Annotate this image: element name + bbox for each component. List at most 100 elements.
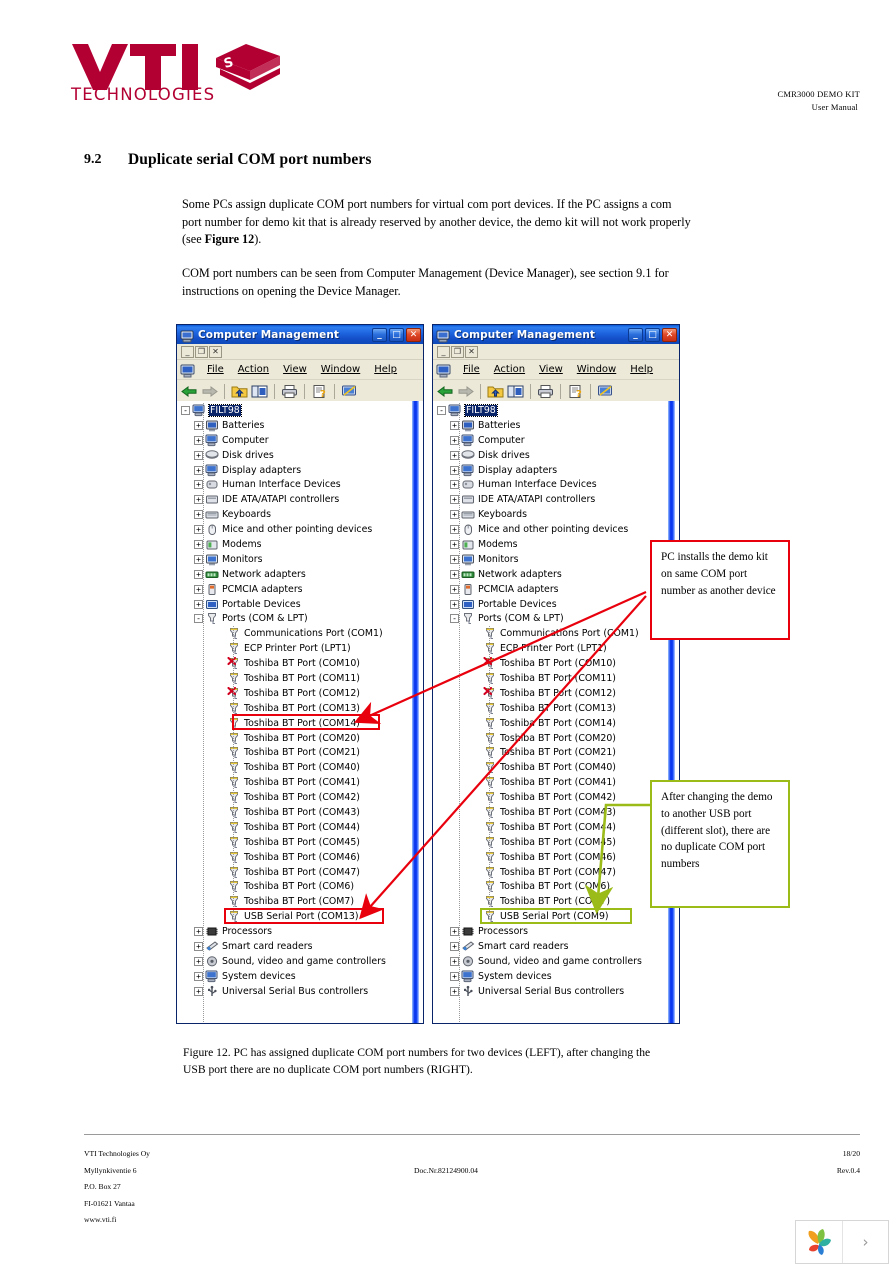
expand-icon[interactable]: +	[194, 525, 203, 535]
tree-port-item[interactable]: Toshiba BT Port (COM44)	[177, 820, 409, 835]
expand-icon[interactable]: +	[194, 450, 203, 460]
tree-category[interactable]: + Portable Devices	[177, 597, 409, 612]
expand-icon[interactable]: +	[194, 510, 203, 520]
collapse-icon[interactable]: -	[450, 614, 459, 624]
tree-port-item[interactable]: Toshiba BT Port (COM46)	[433, 850, 665, 865]
expand-icon[interactable]: +	[194, 971, 203, 981]
tree-port-item[interactable]: Toshiba BT Port (COM46)	[177, 850, 409, 865]
menu-item-action[interactable]: Action	[487, 363, 532, 376]
tree-root-node[interactable]: - FILT98	[433, 403, 665, 418]
tree-port-item[interactable]: ECP Printer Port (LPT1)	[177, 641, 409, 656]
tree-category[interactable]: + Sound, video and game controllers	[177, 954, 409, 969]
menu-item-help[interactable]: Help	[623, 363, 660, 376]
tree-port-item[interactable]: Toshiba BT Port (COM6)	[433, 880, 665, 895]
tree-port-item[interactable]: Toshiba BT Port (COM14)	[433, 716, 665, 731]
menu-item-file[interactable]: File	[456, 363, 487, 376]
mdi-close-button[interactable]: ✕	[209, 345, 222, 358]
expand-icon[interactable]: +	[194, 986, 203, 996]
back-arrow-icon[interactable]	[181, 383, 198, 399]
footer-web[interactable]: www.vti.fi	[84, 1212, 150, 1229]
tree-port-item[interactable]: ECP Printer Port (LPT1)	[433, 641, 665, 656]
tree-category[interactable]: + Computer	[433, 433, 665, 448]
tree-category[interactable]: + Portable Devices	[433, 597, 665, 612]
tree-category[interactable]: + Human Interface Devices	[433, 477, 665, 492]
expand-icon[interactable]: +	[450, 554, 459, 564]
expand-icon[interactable]: +	[450, 510, 459, 520]
expand-icon[interactable]: +	[194, 480, 203, 490]
tree-port-item[interactable]: Toshiba BT Port (COM6)	[177, 880, 409, 895]
expand-icon[interactable]: +	[450, 569, 459, 579]
tree-port-item[interactable]: Toshiba BT Port (COM13)	[177, 701, 409, 716]
tree-port-item[interactable]: Toshiba BT Port (COM20)	[433, 731, 665, 746]
tree-category[interactable]: + Batteries	[433, 418, 665, 433]
tree-port-item[interactable]: Toshiba BT Port (COM42)	[433, 790, 665, 805]
tree-port-item[interactable]: Toshiba BT Port (COM11)	[177, 671, 409, 686]
collapse-icon[interactable]: -	[181, 405, 190, 415]
device-tree-left[interactable]: - FILT98 + Batteries + Computer + Disk drives + D…	[177, 403, 409, 1023]
tree-category[interactable]: + IDE ATA/ATAPI controllers	[177, 492, 409, 507]
tree-port-item[interactable]: Toshiba BT Port (COM43)	[177, 805, 409, 820]
menu-item-file[interactable]: File	[200, 363, 231, 376]
tree-port-item[interactable]: Toshiba BT Port (COM12)	[433, 686, 665, 701]
expand-icon[interactable]: +	[194, 539, 203, 549]
expand-icon[interactable]: +	[450, 420, 459, 430]
up-folder-icon[interactable]	[487, 383, 504, 399]
expand-icon[interactable]: +	[450, 539, 459, 549]
tree-port-item[interactable]: Toshiba BT Port (COM12)	[177, 686, 409, 701]
maximize-button[interactable]: □	[389, 327, 404, 342]
back-arrow-icon[interactable]	[437, 383, 454, 399]
tree-port-item[interactable]: Toshiba BT Port (COM40)	[177, 760, 409, 775]
maximize-button[interactable]: □	[645, 327, 660, 342]
expand-icon[interactable]: +	[450, 435, 459, 445]
tree-port-item[interactable]: Toshiba BT Port (COM45)	[433, 835, 665, 850]
computer-management-window-left[interactable]: Computer Management _ □ ✕ _ ❐ ✕ File Act…	[176, 324, 424, 1024]
tree-port-item[interactable]: Toshiba BT Port (COM40)	[433, 760, 665, 775]
mdi-minimize-button[interactable]: _	[181, 345, 194, 358]
up-folder-icon[interactable]	[231, 383, 248, 399]
tree-category[interactable]: + Mice and other pointing devices	[177, 522, 409, 537]
tree-category[interactable]: + Monitors	[177, 552, 409, 567]
tree-category[interactable]: + Computer	[177, 433, 409, 448]
tree-port-item[interactable]: Toshiba BT Port (COM41)	[177, 775, 409, 790]
menu-item-window[interactable]: Window	[314, 363, 367, 376]
show-console-tree-icon[interactable]	[507, 383, 524, 399]
tree-category[interactable]: + Smart card readers	[433, 939, 665, 954]
expand-icon[interactable]: +	[194, 584, 203, 594]
computer-management-window-right[interactable]: Computer Management _ □ ✕ _ ❐ ✕ File Act…	[432, 324, 680, 1024]
tree-category[interactable]: + Smart card readers	[177, 939, 409, 954]
pane-divider[interactable]	[665, 401, 679, 1023]
menu-item-help[interactable]: Help	[367, 363, 404, 376]
expand-icon[interactable]: +	[450, 495, 459, 505]
tree-category[interactable]: + Disk drives	[433, 448, 665, 463]
expand-icon[interactable]: +	[194, 420, 203, 430]
expand-icon[interactable]: +	[450, 956, 459, 966]
tree-port-item[interactable]: Toshiba BT Port (COM13)	[433, 701, 665, 716]
tree-port-item[interactable]: Communications Port (COM1)	[433, 626, 665, 641]
expand-icon[interactable]: +	[194, 465, 203, 475]
close-button[interactable]: ✕	[406, 327, 421, 342]
menu-item-action[interactable]: Action	[231, 363, 276, 376]
tree-port-item[interactable]: Toshiba BT Port (COM47)	[433, 865, 665, 880]
menu-item-window[interactable]: Window	[570, 363, 623, 376]
mdi-close-button[interactable]: ✕	[465, 345, 478, 358]
expand-icon[interactable]: +	[194, 942, 203, 951]
tree-root-node[interactable]: - FILT98	[177, 403, 409, 418]
menu-item-view[interactable]: View	[276, 363, 314, 376]
device-tree-right[interactable]: - FILT98 + Batteries + Computer + Disk drives + D…	[433, 403, 665, 1023]
scan-hardware-icon[interactable]	[597, 383, 614, 399]
expand-icon[interactable]: +	[194, 435, 203, 445]
tree-category[interactable]: + Keyboards	[433, 507, 665, 522]
expand-icon[interactable]: +	[194, 927, 203, 937]
tree-port-item[interactable]: Toshiba BT Port (COM20)	[177, 731, 409, 746]
tree-category[interactable]: + Human Interface Devices	[177, 477, 409, 492]
minimize-button[interactable]: _	[372, 327, 387, 342]
tree-category[interactable]: + Keyboards	[177, 507, 409, 522]
expand-icon[interactable]: +	[450, 942, 459, 951]
tree-category[interactable]: + Disk drives	[177, 448, 409, 463]
tree-category[interactable]: + Universal Serial Bus controllers	[433, 984, 665, 999]
tree-port-item[interactable]: Toshiba BT Port (COM44)	[433, 820, 665, 835]
expand-icon[interactable]: +	[450, 584, 459, 594]
help-icon[interactable]: ?	[311, 383, 328, 399]
tree-category[interactable]: + PCMCIA adapters	[177, 582, 409, 597]
tree-port-item[interactable]: Toshiba BT Port (COM7)	[433, 894, 665, 909]
